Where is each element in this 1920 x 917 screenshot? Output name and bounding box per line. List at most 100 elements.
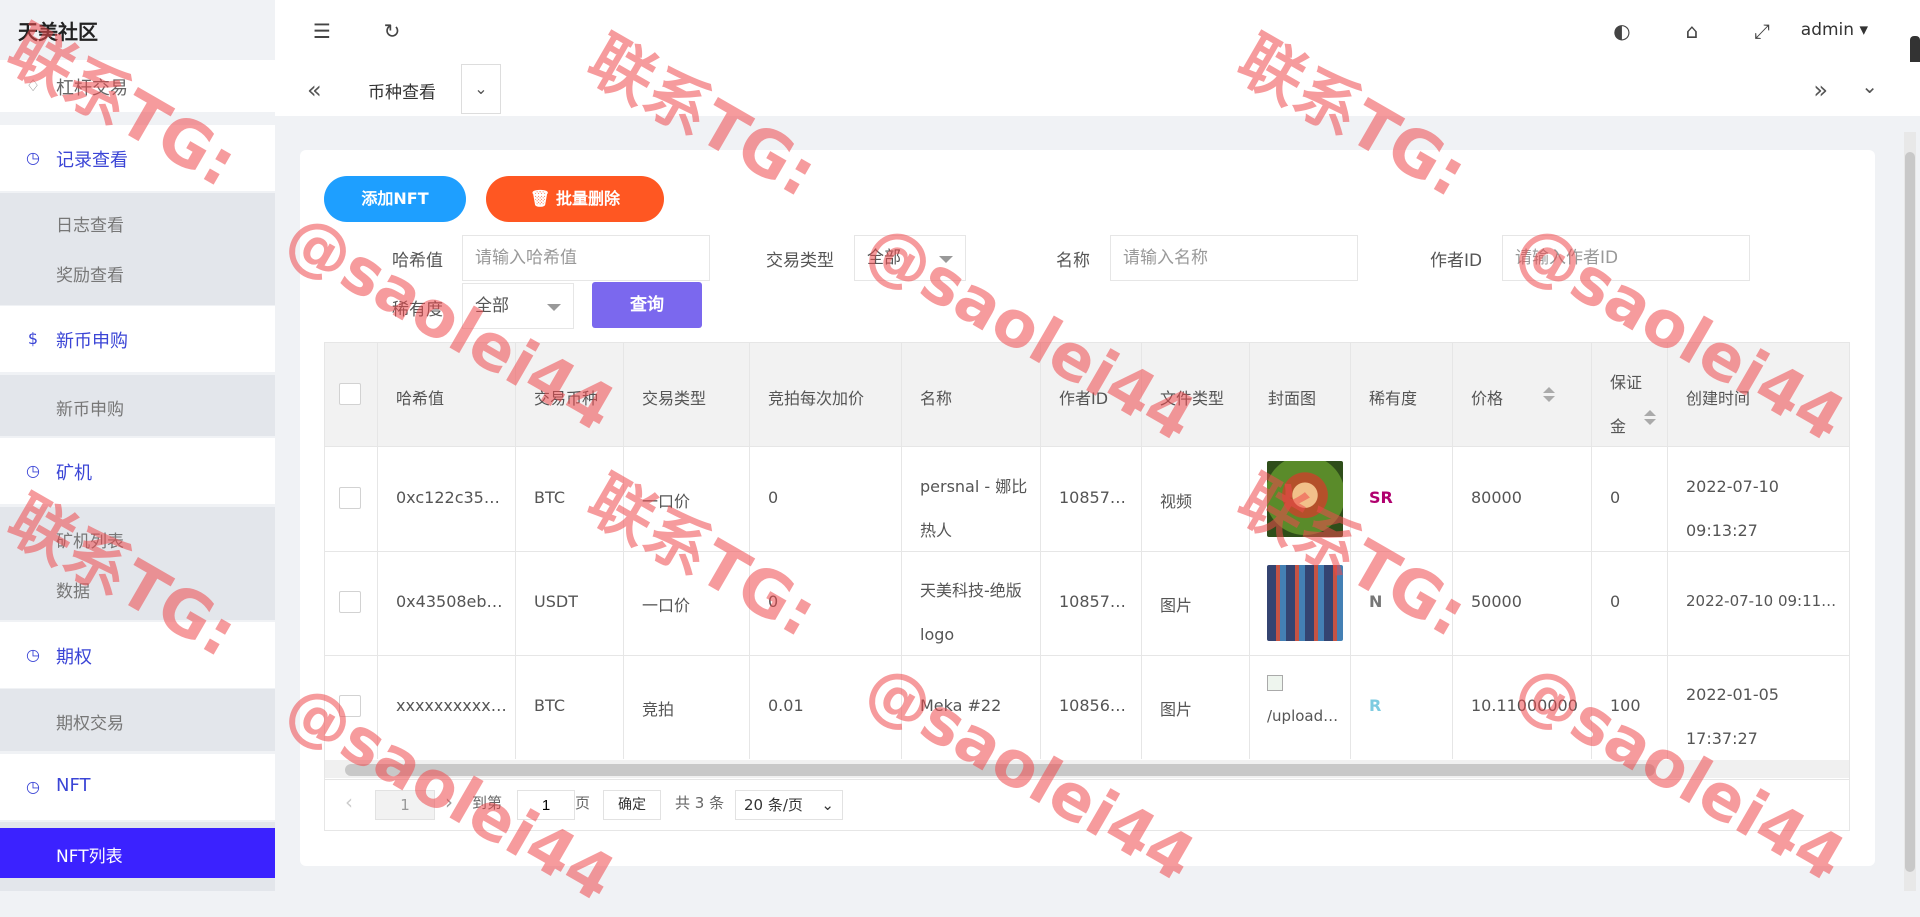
sidebar-item-nft-list[interactable]: NFT列表 [0, 828, 275, 878]
select-all-checkbox[interactable] [339, 383, 361, 405]
sidebar-group-label: 新币申购 [56, 331, 128, 352]
tabs-menu-chevron-icon[interactable]: ⌄ [1861, 74, 1878, 98]
sort-desc-icon[interactable] [1543, 396, 1555, 402]
rarity-select[interactable]: 全部 [462, 283, 574, 329]
batch-delete-button[interactable]: 🗑 批量删除 [486, 176, 664, 222]
add-nft-button[interactable]: 添加NFT [324, 176, 466, 222]
nft-table: 哈希值 交易币种 交易类型 竞拍每次加价 名称 作者ID 文件类型 封面图 稀有… [324, 342, 1850, 780]
row-checkbox[interactable] [339, 695, 361, 717]
cell-increment: 0.01 [750, 655, 902, 759]
sidebar-group-records[interactable]: ◷ 记录查看 [0, 125, 275, 191]
trade-type-label: 交易类型 [766, 251, 834, 271]
th-author: 作者ID [1041, 343, 1142, 446]
hash-label: 哈希值 [392, 251, 443, 271]
sidebar-group-miner[interactable]: ◷ 矿机 [0, 438, 275, 504]
th-price[interactable]: 价格 [1453, 343, 1592, 446]
sidebar-item-data[interactable]: 数据 [56, 577, 90, 602]
tag-icon[interactable]: ⌂ [1679, 18, 1705, 44]
row-checkbox-cell [325, 655, 378, 759]
cell-author: 10856… [1041, 655, 1142, 759]
page-size-select[interactable]: 20 条/页 ⌄ [735, 790, 843, 820]
next-page-icon[interactable]: › [445, 790, 453, 814]
pagination: ‹ 1 › 到第 页 确定 共 3 条 20 条/页 ⌄ [324, 780, 1850, 831]
cell-name: 天美科技-绝版logo [902, 551, 1041, 655]
row-checkbox[interactable] [339, 487, 361, 509]
cell-file-type: 视频 [1142, 447, 1250, 551]
sidebar-group-label: 矿机 [56, 463, 92, 484]
cell-rarity: R [1351, 655, 1453, 759]
sort-asc-icon[interactable] [1543, 387, 1555, 393]
name-input[interactable] [1110, 235, 1358, 281]
cell-trade-type: 竞拍 [624, 655, 750, 759]
th-deposit[interactable]: 保证金 [1592, 343, 1668, 446]
author-input[interactable] [1502, 235, 1750, 281]
sidebar-submenu-miner: 矿机列表 数据 [0, 507, 275, 620]
th-hash: 哈希值 [378, 343, 516, 446]
cell-author: 10857… [1041, 447, 1142, 551]
dollar-icon: $ [27, 329, 39, 348]
sidebar-group-options[interactable]: ◷ 期权 [0, 622, 275, 688]
clock-icon: ◷ [26, 461, 40, 480]
prev-page-icon[interactable]: ‹ [345, 790, 353, 814]
th-coin: 交易币种 [516, 343, 624, 446]
cell-hash: xxxxxxxxxx… [378, 655, 516, 759]
sidebar-group-ipo[interactable]: $ 新币申购 [0, 306, 275, 372]
cell-deposit: 100 [1592, 655, 1668, 759]
clock-icon: ◷ [26, 777, 40, 796]
sort-asc-icon[interactable] [1644, 410, 1656, 416]
menu-collapse-icon[interactable]: ☰ [309, 18, 335, 44]
tab-current[interactable]: 币种查看 [368, 78, 436, 103]
table-horizontal-scrollbar[interactable] [325, 760, 1849, 778]
th-rarity: 稀有度 [1351, 343, 1453, 446]
brand-title: 天美社区 [18, 20, 98, 44]
goto-page-input[interactable] [517, 790, 575, 820]
th-created: 创建时间 [1686, 389, 1751, 408]
clock-icon: ◷ [26, 148, 40, 167]
page-scrollbar[interactable] [1904, 132, 1916, 891]
trade-type-select[interactable]: 全部 [854, 235, 966, 281]
sort-desc-icon[interactable] [1644, 419, 1656, 425]
refresh-icon[interactable]: ↻ [379, 18, 405, 44]
diamond-icon: ♢ [25, 76, 41, 95]
tabs-scroll-right-icon[interactable]: » [1813, 76, 1828, 104]
tab-bar: « 币种查看 ⌄ » ⌄ [275, 62, 1920, 116]
sidebar-item-leverage[interactable]: ♢ 杠杆交易 [0, 60, 275, 112]
fullscreen-icon[interactable]: ⤢ [1749, 18, 1775, 44]
sidebar-item-miner-list[interactable]: 矿机列表 [56, 527, 124, 552]
cell-cover [1250, 551, 1351, 655]
current-page[interactable]: 1 [375, 790, 435, 820]
palette-icon[interactable]: ◐ [1609, 18, 1635, 44]
search-button[interactable]: 查询 [592, 282, 702, 328]
cell-created: 2022-07-10 09:11:57 [1686, 592, 1841, 610]
cell-created: 2022-07-10 09:13:27 [1686, 477, 1779, 540]
sidebar-submenu-records: 日志查看 奖励查看 [0, 193, 275, 305]
cover-image[interactable] [1267, 565, 1343, 641]
sidebar-submenu-ipo: 新币申购 [0, 375, 275, 436]
sidebar-item-logs[interactable]: 日志查看 [56, 211, 124, 236]
batch-delete-label: 批量删除 [555, 189, 620, 208]
goto-confirm-button[interactable]: 确定 [603, 790, 661, 820]
cell-deposit: 0 [1592, 551, 1668, 655]
sidebar-item-ipo[interactable]: 新币申购 [56, 395, 124, 420]
goto-label: 到第 [472, 794, 503, 812]
cover-image[interactable] [1267, 461, 1343, 537]
cell-rarity: N [1351, 551, 1453, 655]
cell-rarity: SR [1351, 447, 1453, 551]
table-row: 0xc122c35… BTC 一口价 0 persnal - 娜比热人 1085… [325, 447, 1849, 552]
sidebar-item-rewards[interactable]: 奖励查看 [56, 261, 124, 286]
cell-price: 10.11000000 [1453, 655, 1592, 759]
cell-coin: USDT [516, 551, 624, 655]
cell-hash: 0xc122c35… [378, 447, 516, 551]
tab-dropdown-chevron-icon[interactable]: ⌄ [461, 64, 501, 114]
user-menu[interactable]: admin ▾ [1801, 20, 1868, 40]
cell-file-type: 图片 [1142, 655, 1250, 759]
tabs-scroll-left-icon[interactable]: « [307, 76, 322, 104]
row-checkbox[interactable] [339, 591, 361, 613]
sidebar-submenu-options: 期权交易 [0, 689, 275, 751]
sidebar-group-nft[interactable]: ◷ NFT [0, 754, 275, 820]
hash-input[interactable] [462, 235, 710, 281]
th-increment: 竞拍每次加价 [750, 343, 902, 446]
page-label: 页 [575, 794, 591, 812]
name-label: 名称 [1056, 251, 1090, 271]
sidebar-item-options-trade[interactable]: 期权交易 [56, 709, 124, 734]
